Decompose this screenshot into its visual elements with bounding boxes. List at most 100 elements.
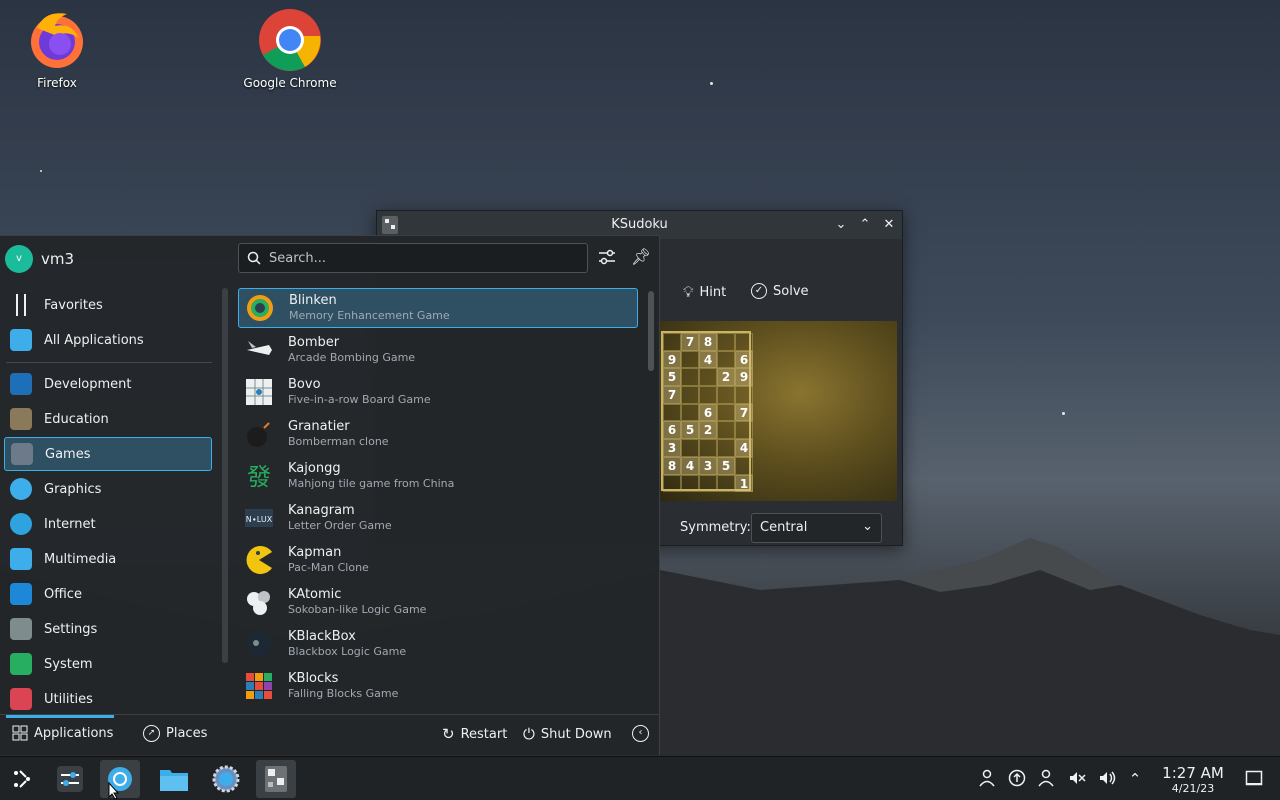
- search-field[interactable]: [238, 243, 588, 273]
- sudoku-cell[interactable]: 4: [699, 350, 717, 369]
- sudoku-cell[interactable]: [681, 439, 699, 457]
- volume-icon[interactable]: [1097, 769, 1117, 789]
- sudoku-cell[interactable]: 5: [663, 368, 681, 387]
- app-item-granatier[interactable]: Granatier Bomberman clone: [238, 414, 638, 454]
- sudoku-cell[interactable]: [735, 333, 753, 351]
- sudoku-cell[interactable]: [717, 439, 735, 457]
- sudoku-cell[interactable]: [735, 386, 753, 404]
- leave-more-button[interactable]: ‹: [632, 725, 649, 742]
- app-item-katomic[interactable]: KAtomic Sokoban-like Logic Game: [238, 582, 638, 622]
- category-item-graphics[interactable]: Graphics: [4, 472, 212, 506]
- app-item-kapman[interactable]: Kapman Pac-Man Clone: [238, 540, 638, 580]
- category-list[interactable]: Favorites All Applications Development Educ…: [0, 288, 216, 713]
- tab-places[interactable]: ➚ Places: [143, 725, 207, 742]
- updates-icon[interactable]: [1007, 769, 1027, 789]
- category-item-all-applications[interactable]: All Applications: [4, 323, 212, 357]
- app-item-kajongg[interactable]: 發 Kajongg Mahjong tile game from China: [238, 456, 638, 496]
- show-desktop-icon[interactable]: [1244, 769, 1264, 789]
- sudoku-cell[interactable]: 3: [699, 456, 717, 475]
- minimize-button[interactable]: ⌄: [832, 216, 850, 234]
- hint-button[interactable]: 💡︎ Hint: [683, 283, 726, 301]
- pin-button[interactable]: 📌︎: [629, 247, 653, 271]
- sudoku-cell[interactable]: [717, 333, 735, 351]
- taskbar-discover[interactable]: [100, 760, 140, 800]
- sudoku-cell[interactable]: 7: [735, 403, 753, 422]
- shutdown-button[interactable]: ⏻ Shut Down: [523, 725, 612, 743]
- show-hidden-tray-icon[interactable]: ⌃: [1125, 769, 1145, 789]
- sudoku-cell[interactable]: 5: [717, 456, 735, 475]
- maximize-button[interactable]: ⌃: [856, 216, 874, 234]
- sudoku-cell[interactable]: 1: [735, 474, 753, 493]
- desktop-icon-google-chrome[interactable]: Google Chrome: [235, 8, 345, 90]
- category-item-office[interactable]: Office: [4, 577, 212, 611]
- sudoku-cell[interactable]: 5: [681, 421, 699, 440]
- app-item-kblocks[interactable]: KBlocks Falling Blocks Game: [238, 666, 638, 706]
- sudoku-cell[interactable]: [717, 421, 735, 440]
- app-item-bomber[interactable]: Bomber Arcade Bombing Game: [238, 330, 638, 370]
- sudoku-cell[interactable]: [717, 474, 735, 493]
- sudoku-cell[interactable]: [681, 368, 699, 387]
- solve-button[interactable]: ✓ Solve: [751, 283, 809, 299]
- sudoku-cell[interactable]: 6: [735, 350, 753, 369]
- category-item-games[interactable]: Games: [4, 437, 212, 471]
- user-info[interactable]: v vm3: [5, 245, 74, 273]
- sudoku-cell[interactable]: [717, 386, 735, 404]
- symmetry-select[interactable]: Central ⌄: [751, 513, 882, 543]
- sudoku-cell[interactable]: [681, 403, 699, 422]
- sudoku-board[interactable]: 789465297676523484351: [657, 321, 897, 501]
- sudoku-cell[interactable]: [717, 403, 735, 422]
- category-item-multimedia[interactable]: Multimedia: [4, 542, 212, 576]
- sudoku-cell[interactable]: 8: [699, 333, 717, 351]
- restart-button[interactable]: ↻ Restart: [442, 725, 507, 743]
- sudoku-cell[interactable]: [663, 403, 681, 422]
- close-button[interactable]: ✕: [880, 216, 898, 234]
- sudoku-cell[interactable]: [735, 456, 753, 475]
- app-item-kblackbox[interactable]: KBlackBox Blackbox Logic Game: [238, 624, 638, 664]
- category-scrollbar[interactable]: [222, 288, 228, 663]
- app-list[interactable]: Blinken Memory Enhancement Game Bomber Arca…: [234, 288, 656, 712]
- sudoku-cell[interactable]: [699, 386, 717, 404]
- sudoku-cell[interactable]: [699, 474, 717, 493]
- network-user-icon[interactable]: [1037, 769, 1057, 789]
- sudoku-cell[interactable]: [681, 474, 699, 493]
- category-item-settings[interactable]: Settings: [4, 612, 212, 646]
- sudoku-cell[interactable]: [681, 350, 699, 369]
- category-item-system[interactable]: System: [4, 647, 212, 681]
- app-item-kanagram[interactable]: N∙LUX Kanagram Letter Order Game: [238, 498, 638, 538]
- sudoku-cell[interactable]: 4: [735, 439, 753, 457]
- configure-button[interactable]: [595, 247, 619, 271]
- digital-clock[interactable]: 1:27 AM 4/21/23: [1152, 764, 1234, 796]
- sudoku-cell[interactable]: 6: [663, 421, 681, 440]
- sudoku-cell[interactable]: [681, 386, 699, 404]
- microphone-muted-icon[interactable]: [1067, 769, 1087, 789]
- sudoku-cell[interactable]: 7: [681, 333, 699, 351]
- desktop-icon-firefox[interactable]: Firefox: [2, 8, 112, 90]
- category-item-favorites[interactable]: Favorites: [4, 288, 212, 322]
- sudoku-cell[interactable]: 2: [717, 368, 735, 387]
- sudoku-grid[interactable]: 789465297676523484351: [661, 331, 753, 493]
- app-item-bovo[interactable]: Bovo Five-in-a-row Board Game: [238, 372, 638, 412]
- sudoku-cell[interactable]: [717, 350, 735, 369]
- search-input[interactable]: [269, 250, 569, 266]
- sudoku-cell[interactable]: 8: [663, 456, 681, 475]
- category-item-education[interactable]: Education: [4, 402, 212, 436]
- sudoku-cell[interactable]: 4: [681, 456, 699, 475]
- taskbar-ksudoku[interactable]: [256, 760, 296, 798]
- taskbar-system-settings[interactable]: [50, 760, 90, 798]
- taskbar-dolphin[interactable]: [154, 760, 194, 798]
- user-icon[interactable]: [977, 769, 997, 789]
- sudoku-cell[interactable]: [663, 333, 681, 351]
- sudoku-cell[interactable]: [735, 421, 753, 440]
- sudoku-cell[interactable]: 9: [735, 368, 753, 387]
- tab-applications[interactable]: Applications: [12, 725, 113, 741]
- category-item-development[interactable]: Development: [4, 367, 212, 401]
- category-item-utilities[interactable]: Utilities: [4, 682, 212, 713]
- category-item-internet[interactable]: Internet: [4, 507, 212, 541]
- sudoku-cell[interactable]: [663, 474, 681, 493]
- sudoku-cell[interactable]: 3: [663, 439, 681, 457]
- sudoku-cell[interactable]: [699, 439, 717, 457]
- app-item-blinken[interactable]: Blinken Memory Enhancement Game: [238, 288, 638, 328]
- sudoku-cell[interactable]: [699, 368, 717, 387]
- application-launcher[interactable]: v vm3 📌︎ Favorites All Applications Develo…: [0, 235, 660, 755]
- app-list-scrollbar[interactable]: [648, 291, 654, 371]
